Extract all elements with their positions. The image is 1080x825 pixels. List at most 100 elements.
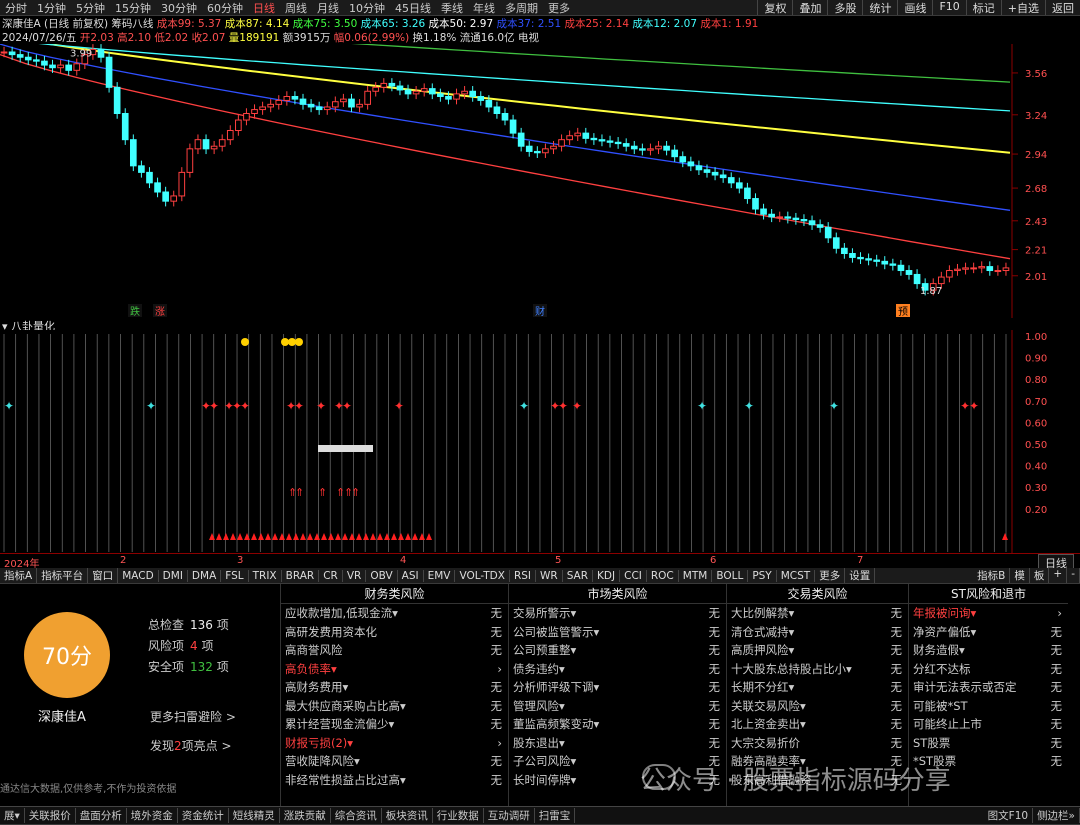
risk-row[interactable]: 清仓式减持▾ 无 [727,623,908,642]
period-5[interactable]: 60分钟 [202,0,248,15]
indicator-tab-26[interactable]: 设置 [845,568,876,583]
risk-row[interactable]: 年报被问询▾ › [909,604,1068,623]
period-0[interactable]: 分时 [0,0,32,15]
indicator-tab-10[interactable]: VR [343,569,367,582]
risk-row[interactable]: 净资产偏低▾ 无 [909,623,1068,642]
toolbar-button-8[interactable]: 返回 [1045,0,1080,15]
period-13[interactable]: 多周期 [500,0,543,15]
period-3[interactable]: 15分钟 [110,0,156,15]
period-4[interactable]: 30分钟 [156,0,202,15]
indicator-tab-5[interactable]: DMA [188,569,222,582]
risk-row[interactable]: 最大供应商采购占比高▾ 无 [281,697,508,716]
risk-row[interactable]: 关联交易风险▾ 无 [727,697,908,716]
indicator-name[interactable]: 筹码八线 [111,18,153,30]
risk-row[interactable]: 高商誉风险 无 [281,641,508,660]
period-9[interactable]: 10分钟 [344,0,390,15]
risk-row[interactable]: 分红不达标 无 [909,660,1068,679]
period-1[interactable]: 1分钟 [32,0,71,15]
risk-row[interactable]: 管理风险▾ 无 [509,697,726,716]
indicator-tab-19[interactable]: CCI [620,569,647,582]
footer-tab-2[interactable]: 盘面分析 [76,808,127,823]
indicator-tab-1[interactable]: 指标平台 [37,568,89,583]
footer-right-1[interactable]: 侧边栏» [1033,808,1080,823]
indicator-tab-6[interactable]: FSL [221,569,249,582]
risk-row[interactable]: 股东退出▾ 无 [509,734,726,753]
footer-tab-11[interactable]: 扫雷宝 [535,808,576,823]
indicator-tab-24[interactable]: MCST [777,569,816,582]
tab-right-2[interactable]: 板 [1030,568,1050,583]
toolbar-button-7[interactable]: +自选 [1000,0,1045,15]
indicator-tab-20[interactable]: ROC [647,569,679,582]
period-14[interactable]: 更多 [543,0,575,15]
indicator-tab-11[interactable]: OBV [366,569,398,582]
indicator-tab-4[interactable]: DMI [159,569,188,582]
risk-row[interactable]: ST股票 无 [909,734,1068,753]
footer-tab-4[interactable]: 资金统计 [178,808,229,823]
risk-row[interactable]: 应收款增加,低现金流▾ 无 [281,604,508,623]
risk-row[interactable]: 累计经营现金流偏少▾ 无 [281,715,508,734]
risk-row[interactable]: 十大股东总持股占比小▾ 无 [727,660,908,679]
tab-right-3[interactable]: + [1049,568,1068,583]
risk-row[interactable]: 高研发费用资本化 无 [281,623,508,642]
indicator-tab-7[interactable]: TRIX [249,569,282,582]
footer-tab-6[interactable]: 涨跌贡献 [280,808,331,823]
risk-row[interactable]: 大宗交易折价 无 [727,734,908,753]
risk-row[interactable]: 财报亏损(2)▾ › [281,734,508,753]
indicator-tab-13[interactable]: EMV [424,569,456,582]
indicator-tab-18[interactable]: KDJ [593,569,621,582]
toolbar-button-5[interactable]: F10 [932,0,965,15]
risk-row[interactable]: 债务违约▾ 无 [509,660,726,679]
risk-row[interactable]: 审计无法表示或否定 无 [909,678,1068,697]
indicator-tab-2[interactable]: 窗口 [88,568,119,583]
risk-row[interactable]: 财务造假▾ 无 [909,641,1068,660]
indicator-tab-8[interactable]: BRAR [282,569,320,582]
footer-tab-7[interactable]: 综合资讯 [331,808,382,823]
period-11[interactable]: 季线 [436,0,468,15]
risk-row[interactable]: 非经常性损益占比过高▾ 无 [281,771,508,790]
period-7[interactable]: 周线 [280,0,312,15]
risk-row[interactable]: 大比例解禁▾ 无 [727,604,908,623]
period-2[interactable]: 5分钟 [71,0,110,15]
risk-row[interactable]: 可能被*ST 无 [909,697,1068,716]
risk-row[interactable]: 分析师评级下调▾ 无 [509,678,726,697]
tab-right-0[interactable]: 指标B [973,568,1011,583]
indicator-tab-9[interactable]: CR [319,569,343,582]
highlights-link[interactable]: 发现2项亮点 > [150,737,232,754]
toolbar-button-2[interactable]: 多股 [827,0,862,15]
indicator-tab-22[interactable]: BOLL [712,569,749,582]
period-8[interactable]: 月线 [312,0,344,15]
period-12[interactable]: 年线 [468,0,500,15]
tab-right-4[interactable]: - [1067,568,1080,583]
indicator-tab-0[interactable]: 指标A [0,568,38,583]
toolbar-button-6[interactable]: 标记 [965,0,1001,15]
indicator-tab-16[interactable]: WR [536,569,563,582]
risk-row[interactable]: 公司预重整▾ 无 [509,641,726,660]
indicator-tab-17[interactable]: SAR [563,569,594,582]
indicator-tab-25[interactable]: 更多 [815,568,846,583]
risk-row[interactable]: 营收陡降风险▾ 无 [281,752,508,771]
more-scan-link[interactable]: 更多扫雷避险 > [150,708,236,725]
kline-chart[interactable]: 3.56 3.24 2.94 2.68 2.43 2.21 2.01 3.99 1.87 跌 涨 财 预 [0,44,1080,318]
toolbar-button-0[interactable]: 复权 [757,0,792,15]
risk-row[interactable]: 北上资金卖出▾ 无 [727,715,908,734]
risk-row[interactable]: 高负债率▾ › [281,660,508,679]
footer-tab-10[interactable]: 互动调研 [484,808,535,823]
indicator-tab-21[interactable]: MTM [679,569,713,582]
footer-tab-3[interactable]: 境外资金 [127,808,178,823]
footer-right-0[interactable]: 图文F10 [984,808,1034,823]
risk-row[interactable]: 长期不分红▾ 无 [727,678,908,697]
risk-row[interactable]: 董监高频繁变动▾ 无 [509,715,726,734]
tab-right-1[interactable]: 模 [1010,568,1030,583]
toolbar-button-3[interactable]: 统计 [862,0,897,15]
risk-row[interactable]: 公司被监管警示▾ 无 [509,623,726,642]
footer-tab-9[interactable]: 行业数据 [433,808,484,823]
indicator-tab-3[interactable]: MACD [118,569,159,582]
risk-row[interactable]: 交易所警示▾ 无 [509,604,726,623]
risk-row[interactable]: 可能终止上市 无 [909,715,1068,734]
footer-tab-5[interactable]: 短线精灵 [229,808,280,823]
indicator-chart[interactable]: 1.00 0.90 0.80 0.70 0.60 0.50 0.40 0.30 0.20 ✦ ✦ ✦ ✦… [0,330,1080,553]
indicator-tab-12[interactable]: ASI [398,569,424,582]
period-10[interactable]: 45日线 [390,0,436,15]
risk-row[interactable]: 高财务费用▾ 无 [281,678,508,697]
indicator-tab-23[interactable]: PSY [748,569,777,582]
